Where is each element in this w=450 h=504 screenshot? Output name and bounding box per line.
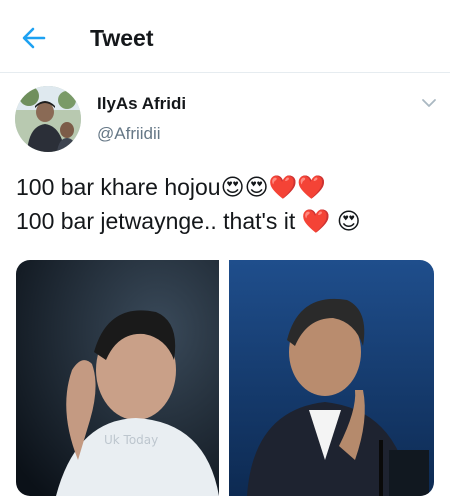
photo-watermark: Uk Today	[104, 433, 158, 447]
chevron-down-icon[interactable]	[418, 94, 440, 112]
tweet-photo-1[interactable]: Uk Today	[16, 260, 219, 496]
tweet-photo-2[interactable]	[229, 260, 434, 496]
back-arrow-icon[interactable]	[20, 24, 48, 52]
tweet-text: 100 bar khare hojou😍😍❤️❤️ 100 bar jetway…	[16, 170, 436, 238]
top-bar: Tweet	[0, 0, 450, 72]
author-name[interactable]: IlyAs Afridi	[97, 94, 186, 114]
page-title: Tweet	[90, 25, 154, 51]
tweet-line-2: 100 bar jetwaynge.. that's it ❤️ 😍	[16, 208, 361, 234]
tweet-line-1: 100 bar khare hojou😍😍❤️❤️	[16, 174, 326, 200]
author-handle[interactable]: @Afriidii	[97, 124, 161, 144]
header-divider	[0, 72, 450, 73]
media-grid: Uk Today	[16, 260, 434, 496]
avatar[interactable]	[15, 86, 81, 152]
